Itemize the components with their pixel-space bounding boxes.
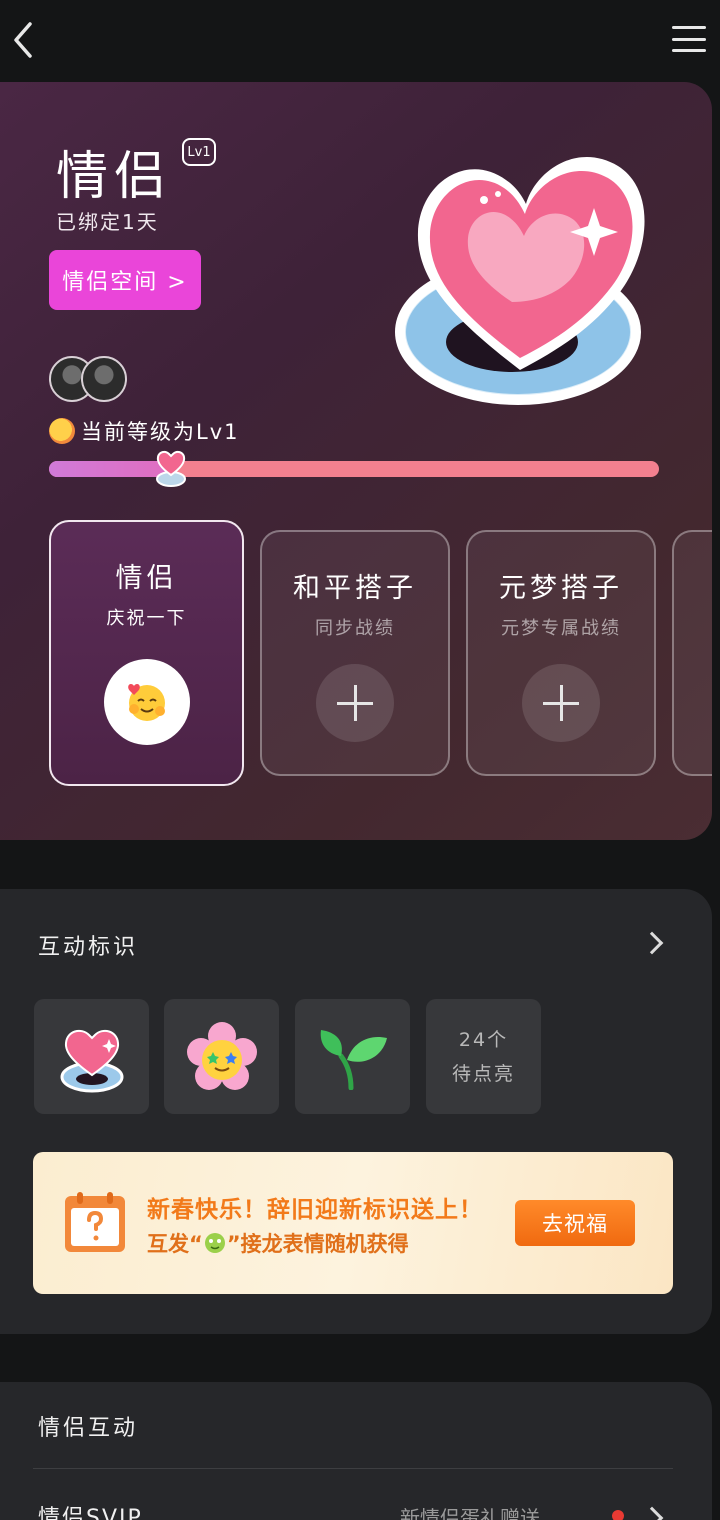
- send-wishes-button[interactable]: 去祝福: [515, 1200, 635, 1246]
- couple-space-button[interactable]: 情侣空间 >: [49, 250, 201, 310]
- promo-description: 互发“ ”接龙表情随机获得: [147, 1228, 409, 1258]
- promo-text-end: ”接龙表情随机获得: [226, 1232, 409, 1256]
- svip-row-value: 新情侣蛋礼赠送: [400, 1506, 540, 1520]
- partner-card-peace[interactable]: 和平搭子 同步战绩: [260, 530, 450, 776]
- card-title: 元梦搭子: [499, 573, 623, 604]
- promo-text-start: 互发“: [147, 1232, 203, 1256]
- celebrate-button[interactable]: [103, 659, 190, 745]
- marks-pending-label: 待点亮: [451, 1062, 515, 1085]
- hamburger-menu-icon[interactable]: [672, 22, 706, 56]
- interaction-marks-section: 互动标识 24个 待点亮 新春快乐！辞旧迎新标识送上！ 互发“ ”接龙表情随机获…: [0, 889, 712, 1334]
- marks-count: 24个: [458, 1028, 509, 1051]
- heart-ring-icon: [395, 157, 645, 405]
- flower-face-icon: [49, 418, 75, 444]
- flower-face-icon: [186, 1021, 257, 1090]
- page: 情侣 Lv1 已绑定1天 情侣空间 > 当前等级为Lv1 情侣 庆祝一下 和平搭…: [0, 0, 720, 1520]
- card-title: 和平搭子: [293, 573, 417, 604]
- heart-ring-icon: [60, 1029, 123, 1092]
- level-badge: Lv1: [182, 138, 216, 166]
- add-partner-button[interactable]: [316, 664, 394, 742]
- couple-hero-card: 情侣 Lv1 已绑定1天 情侣空间 > 当前等级为Lv1 情侣 庆祝一下 和平搭…: [0, 82, 712, 840]
- section-title: 情侣互动: [38, 1416, 139, 1441]
- chevron-left-icon: [14, 22, 32, 58]
- heart-thumb-icon: [156, 450, 186, 487]
- level-progress-fill: [49, 461, 171, 477]
- chevron-right-icon[interactable]: [640, 1506, 664, 1520]
- avatar[interactable]: [81, 356, 127, 402]
- back-button[interactable]: [4, 18, 40, 62]
- hugging-face-icon: [127, 684, 165, 721]
- level-text: 当前等级为Lv1: [81, 420, 240, 444]
- mark-tile[interactable]: [164, 999, 279, 1114]
- marks-pending-tile[interactable]: 24个 待点亮: [426, 999, 541, 1114]
- partner-card-yuanmeng[interactable]: 元梦搭子 元梦专属战绩: [466, 530, 656, 776]
- chevron-right-icon[interactable]: [640, 931, 664, 955]
- card-title: 情侣: [115, 563, 178, 594]
- new-year-promo-banner[interactable]: 新春快乐！辞旧迎新标识送上！ 互发“ ”接龙表情随机获得 去祝福: [33, 1152, 673, 1294]
- add-partner-button[interactable]: [522, 664, 600, 742]
- promo-headline: 新春快乐！辞旧迎新标识送上！: [147, 1197, 483, 1223]
- partner-card-couple[interactable]: 情侣 庆祝一下: [49, 520, 244, 786]
- dragon-emoji-icon: [204, 1233, 225, 1253]
- bind-status: 已绑定1天: [56, 210, 159, 234]
- level-row: 当前等级为Lv1: [49, 416, 240, 446]
- mark-tile[interactable]: [295, 999, 410, 1114]
- couple-avatars[interactable]: [49, 356, 129, 404]
- svip-row-label[interactable]: 情侣SVIP: [38, 1500, 143, 1520]
- calendar-question-icon: [65, 1192, 125, 1252]
- divider: [33, 1468, 673, 1469]
- card-subtitle: 同步战绩: [315, 618, 395, 639]
- partner-card-more[interactable]: [672, 530, 712, 776]
- top-bar: [0, 0, 720, 80]
- card-subtitle: 元梦专属战绩: [501, 618, 621, 639]
- level-progress-bar: [49, 450, 659, 487]
- relationship-title: 情侣: [56, 147, 173, 207]
- section-title: 互动标识: [38, 935, 139, 960]
- sprout-icon: [320, 1029, 387, 1090]
- notification-dot: [612, 1510, 624, 1520]
- mark-tile[interactable]: [34, 999, 149, 1114]
- card-subtitle: 庆祝一下: [106, 608, 187, 629]
- couple-interaction-section: 情侣互动 情侣SVIP 新情侣蛋礼赠送: [0, 1382, 712, 1520]
